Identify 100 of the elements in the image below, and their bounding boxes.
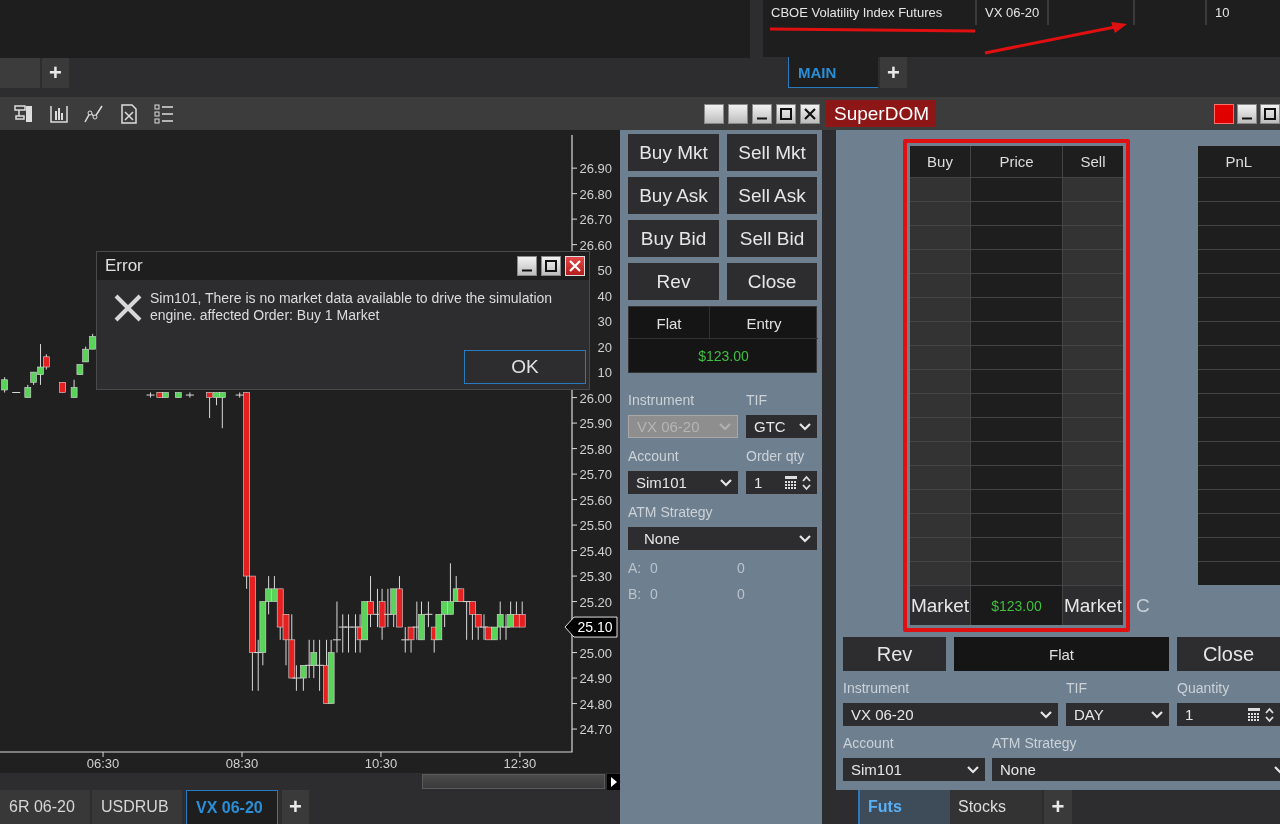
tab[interactable]: [0, 58, 40, 88]
field-label: Account: [628, 447, 680, 466]
ladder-cell[interactable]: [971, 466, 1062, 489]
tab[interactable]: Stocks: [950, 790, 1042, 824]
scroll-right-button[interactable]: [607, 774, 620, 790]
action-button[interactable]: Rev: [843, 637, 946, 671]
ladder-cell[interactable]: [971, 490, 1062, 513]
add-tab-button[interactable]: +: [1044, 790, 1072, 824]
tab[interactable]: VX 06-20: [186, 790, 278, 824]
ladder-cell[interactable]: [971, 202, 1062, 225]
ladder-cell[interactable]: [971, 370, 1062, 393]
maximize-button[interactable]: [1260, 103, 1280, 124]
ladder-cell[interactable]: [971, 322, 1062, 345]
dropdown[interactable]: None: [628, 527, 817, 550]
order-button[interactable]: Sell Bid: [727, 220, 817, 257]
ladder-cell[interactable]: [971, 514, 1062, 537]
ladder-cell[interactable]: [971, 442, 1062, 465]
ladder-cell[interactable]: [1063, 298, 1123, 321]
minimize-button[interactable]: [752, 103, 772, 124]
ladder-cell[interactable]: [910, 346, 970, 369]
ok-button[interactable]: OK: [464, 350, 586, 384]
ladder-cell[interactable]: [1063, 274, 1123, 297]
ladder-cell[interactable]: [971, 178, 1062, 201]
ladder-cell[interactable]: [910, 490, 970, 513]
ladder-cell[interactable]: [971, 226, 1062, 249]
minimize-button[interactable]: [1237, 103, 1257, 124]
tile-button[interactable]: [704, 103, 724, 124]
ladder-cell[interactable]: [910, 250, 970, 273]
close-button[interactable]: [800, 103, 820, 124]
order-button[interactable]: Buy Bid: [628, 220, 719, 257]
add-tab-button[interactable]: +: [282, 790, 309, 824]
ladder-cell[interactable]: [1063, 322, 1123, 345]
ladder-cell[interactable]: [910, 298, 970, 321]
ladder-cell[interactable]: [1063, 538, 1123, 561]
order-button[interactable]: Buy Ask: [628, 177, 719, 214]
action-button[interactable]: Close: [1177, 637, 1280, 671]
ladder-cell[interactable]: [910, 226, 970, 249]
ladder-cell[interactable]: [971, 562, 1062, 585]
number-field[interactable]: 1: [1177, 703, 1280, 726]
ladder-cell[interactable]: [910, 178, 970, 201]
tab[interactable]: Futs: [858, 790, 950, 824]
ladder-cell[interactable]: [1063, 346, 1123, 369]
minimize-button[interactable]: [517, 256, 537, 276]
column-header: Buy: [910, 146, 970, 177]
tile-button[interactable]: [728, 103, 748, 124]
order-button[interactable]: Buy Mkt: [628, 134, 719, 171]
dropdown[interactable]: GTC: [746, 415, 817, 438]
ladder-cell[interactable]: [1063, 226, 1123, 249]
add-tab-button[interactable]: +: [42, 58, 69, 88]
ladder-cell[interactable]: [910, 466, 970, 489]
ladder-cell[interactable]: [1063, 562, 1123, 585]
ladder-cell[interactable]: [1063, 466, 1123, 489]
ladder-cell[interactable]: [910, 562, 970, 585]
dropdown[interactable]: VX 06-20: [843, 703, 1058, 726]
ladder-cell[interactable]: [971, 274, 1062, 297]
market-button[interactable]: Market: [1063, 586, 1123, 625]
ladder-cell[interactable]: [971, 250, 1062, 273]
ladder-cell[interactable]: [971, 346, 1062, 369]
ladder-cell[interactable]: [1063, 250, 1123, 273]
ladder-cell[interactable]: [910, 538, 970, 561]
ladder-cell[interactable]: [910, 370, 970, 393]
ladder-cell[interactable]: [1063, 394, 1123, 417]
scrollbar-thumb[interactable]: [422, 774, 605, 789]
dropdown[interactable]: DAY: [1066, 703, 1169, 726]
tab[interactable]: USDRUB: [92, 790, 182, 824]
ladder-cell[interactable]: [1063, 418, 1123, 441]
maximize-button[interactable]: [541, 256, 561, 276]
ladder-cell[interactable]: [971, 298, 1062, 321]
ladder-cell[interactable]: [1063, 178, 1123, 201]
order-button[interactable]: Close: [727, 263, 817, 300]
color-link-button[interactable]: [1214, 103, 1234, 124]
maximize-button[interactable]: [776, 103, 796, 124]
ladder-cell[interactable]: [1063, 442, 1123, 465]
market-button[interactable]: Market: [910, 586, 970, 625]
order-button[interactable]: Rev: [628, 263, 719, 300]
ladder-cell[interactable]: [910, 442, 970, 465]
tab[interactable]: MAIN: [788, 57, 878, 88]
ladder-cell[interactable]: [1063, 514, 1123, 537]
order-button[interactable]: Sell Mkt: [727, 134, 817, 171]
ladder-cell[interactable]: [1063, 370, 1123, 393]
axis-label: 10:30: [364, 756, 398, 771]
order-button[interactable]: Sell Ask: [727, 177, 817, 214]
ladder-cell[interactable]: [910, 202, 970, 225]
dropdown[interactable]: Sim101: [628, 471, 738, 494]
ladder-cell[interactable]: [971, 394, 1062, 417]
ladder-cell[interactable]: [910, 418, 970, 441]
ladder-cell[interactable]: [910, 322, 970, 345]
dropdown[interactable]: None: [992, 758, 1280, 781]
ladder-cell[interactable]: [971, 538, 1062, 561]
ladder-cell[interactable]: [1063, 490, 1123, 513]
ladder-cell[interactable]: [910, 274, 970, 297]
chevron-down-icon: [719, 422, 731, 431]
ladder-cell[interactable]: [910, 514, 970, 537]
tab[interactable]: 6R 06-20: [0, 790, 90, 824]
ladder-cell[interactable]: [1063, 202, 1123, 225]
number-field[interactable]: 1: [746, 471, 817, 494]
add-tab-button[interactable]: +: [880, 57, 907, 88]
dropdown[interactable]: Sim101: [843, 758, 985, 781]
ladder-cell[interactable]: [910, 394, 970, 417]
ladder-cell[interactable]: [971, 418, 1062, 441]
